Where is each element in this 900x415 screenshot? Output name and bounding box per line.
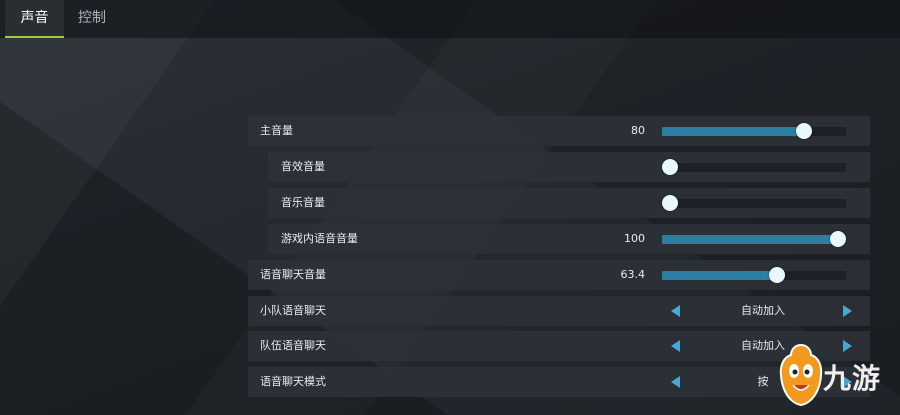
volume-slider[interactable] bbox=[662, 195, 846, 211]
triangle-left-icon bbox=[671, 340, 680, 352]
setting-row: 游戏内语音音量 100 bbox=[268, 224, 870, 254]
prev-option-button[interactable] bbox=[669, 375, 683, 389]
setting-value: 100 bbox=[624, 232, 645, 245]
setting-label: 游戏内语音音量 bbox=[281, 232, 358, 245]
setting-row: 音效音量 bbox=[268, 152, 870, 182]
setting-label: 队伍语音聊天 bbox=[260, 339, 326, 352]
setting-label: 小队语音聊天 bbox=[260, 304, 326, 317]
setting-label: 音乐音量 bbox=[281, 196, 325, 209]
setting-value: 63.4 bbox=[620, 268, 646, 281]
tab-controls[interactable]: 控制 bbox=[66, 0, 118, 38]
triangle-right-icon bbox=[843, 305, 852, 317]
slider-knob[interactable] bbox=[662, 159, 678, 175]
slider-knob[interactable] bbox=[830, 231, 846, 247]
setting-label: 主音量 bbox=[260, 124, 293, 137]
watermark: 九游 bbox=[778, 343, 898, 411]
prev-option-button[interactable] bbox=[669, 304, 683, 318]
next-option-button[interactable] bbox=[840, 304, 854, 318]
volume-slider[interactable] bbox=[662, 231, 846, 247]
watermark-text: 九游 bbox=[823, 362, 882, 395]
setting-row: 语音聊天模式按 bbox=[248, 367, 870, 397]
setting-row: 音乐音量 bbox=[268, 188, 870, 218]
volume-slider[interactable] bbox=[662, 267, 846, 283]
volume-slider[interactable] bbox=[662, 123, 846, 139]
triangle-left-icon bbox=[671, 376, 680, 388]
slider-knob[interactable] bbox=[662, 195, 678, 211]
tab-bar: 声音 控制 bbox=[0, 0, 900, 38]
setting-label: 音效音量 bbox=[281, 160, 325, 173]
tab-sound[interactable]: 声音 bbox=[5, 0, 64, 38]
volume-slider[interactable] bbox=[662, 159, 846, 175]
slider-fill bbox=[662, 127, 805, 136]
setting-label: 语音聊天模式 bbox=[260, 375, 326, 388]
setting-row: 小队语音聊天 自动加入 bbox=[248, 296, 870, 326]
setting-row: 队伍语音聊天 自动加入 bbox=[248, 331, 870, 361]
setting-row: 语音聊天音量 63.4 bbox=[248, 260, 870, 290]
setting-value: 80 bbox=[631, 124, 645, 137]
jiuyou-logo-icon bbox=[779, 343, 823, 407]
setting-row: 主音量 80 bbox=[248, 116, 870, 146]
triangle-left-icon bbox=[671, 305, 680, 317]
slider-knob[interactable] bbox=[796, 123, 813, 139]
slider-fill bbox=[662, 271, 777, 280]
slider-fill bbox=[662, 235, 838, 244]
setting-label: 语音聊天音量 bbox=[260, 268, 326, 281]
option-value: 自动加入 bbox=[741, 304, 785, 317]
prev-option-button[interactable] bbox=[669, 339, 683, 353]
slider-knob[interactable] bbox=[768, 267, 785, 283]
settings-screen: 声音 控制 主音量 80 音效音量音乐音量游戏内语音音量 100 语音聊天音量 63.4 小… bbox=[0, 0, 900, 415]
